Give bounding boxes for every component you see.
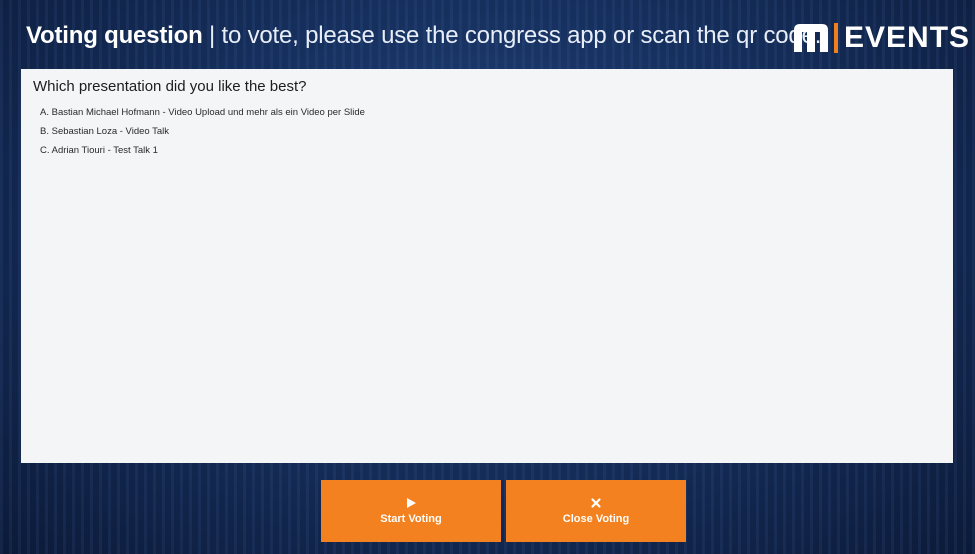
answer-option-c: C. Adrian Tiouri - Test Talk 1: [40, 145, 158, 156]
answer-option-a: A. Bastian Michael Hofmann - Video Uploa…: [40, 107, 365, 118]
start-voting-label: Start Voting: [380, 513, 442, 525]
close-icon: [591, 498, 601, 508]
question-panel: Which presentation did you like the best…: [21, 69, 953, 463]
question-text: Which presentation did you like the best…: [33, 78, 307, 95]
title-bold: Voting question: [26, 22, 203, 49]
answer-list: A. Bastian Michael Hofmann - Video Uploa…: [33, 103, 953, 160]
voting-screen: Voting question | to vote, please use th…: [0, 0, 975, 554]
page-title: Voting question | to vote, please use th…: [26, 22, 821, 50]
close-voting-label: Close Voting: [562, 513, 630, 525]
m-logo-icon: [794, 24, 828, 52]
answer-option-b: B. Sebastian Loza - Video Talk: [40, 126, 170, 137]
play-icon: [407, 498, 416, 508]
header-bar: Voting question | to vote, please use th…: [0, 0, 975, 68]
logo-divider: [834, 23, 838, 53]
logo-text: EVENTS: [844, 21, 971, 54]
start-voting-button[interactable]: Start Voting: [321, 480, 501, 542]
close-voting-button[interactable]: Close Voting: [506, 480, 686, 542]
mevents-logo: EVENTS: [794, 21, 970, 55]
title-instructions: | to vote, please use the congress app o…: [202, 22, 822, 49]
